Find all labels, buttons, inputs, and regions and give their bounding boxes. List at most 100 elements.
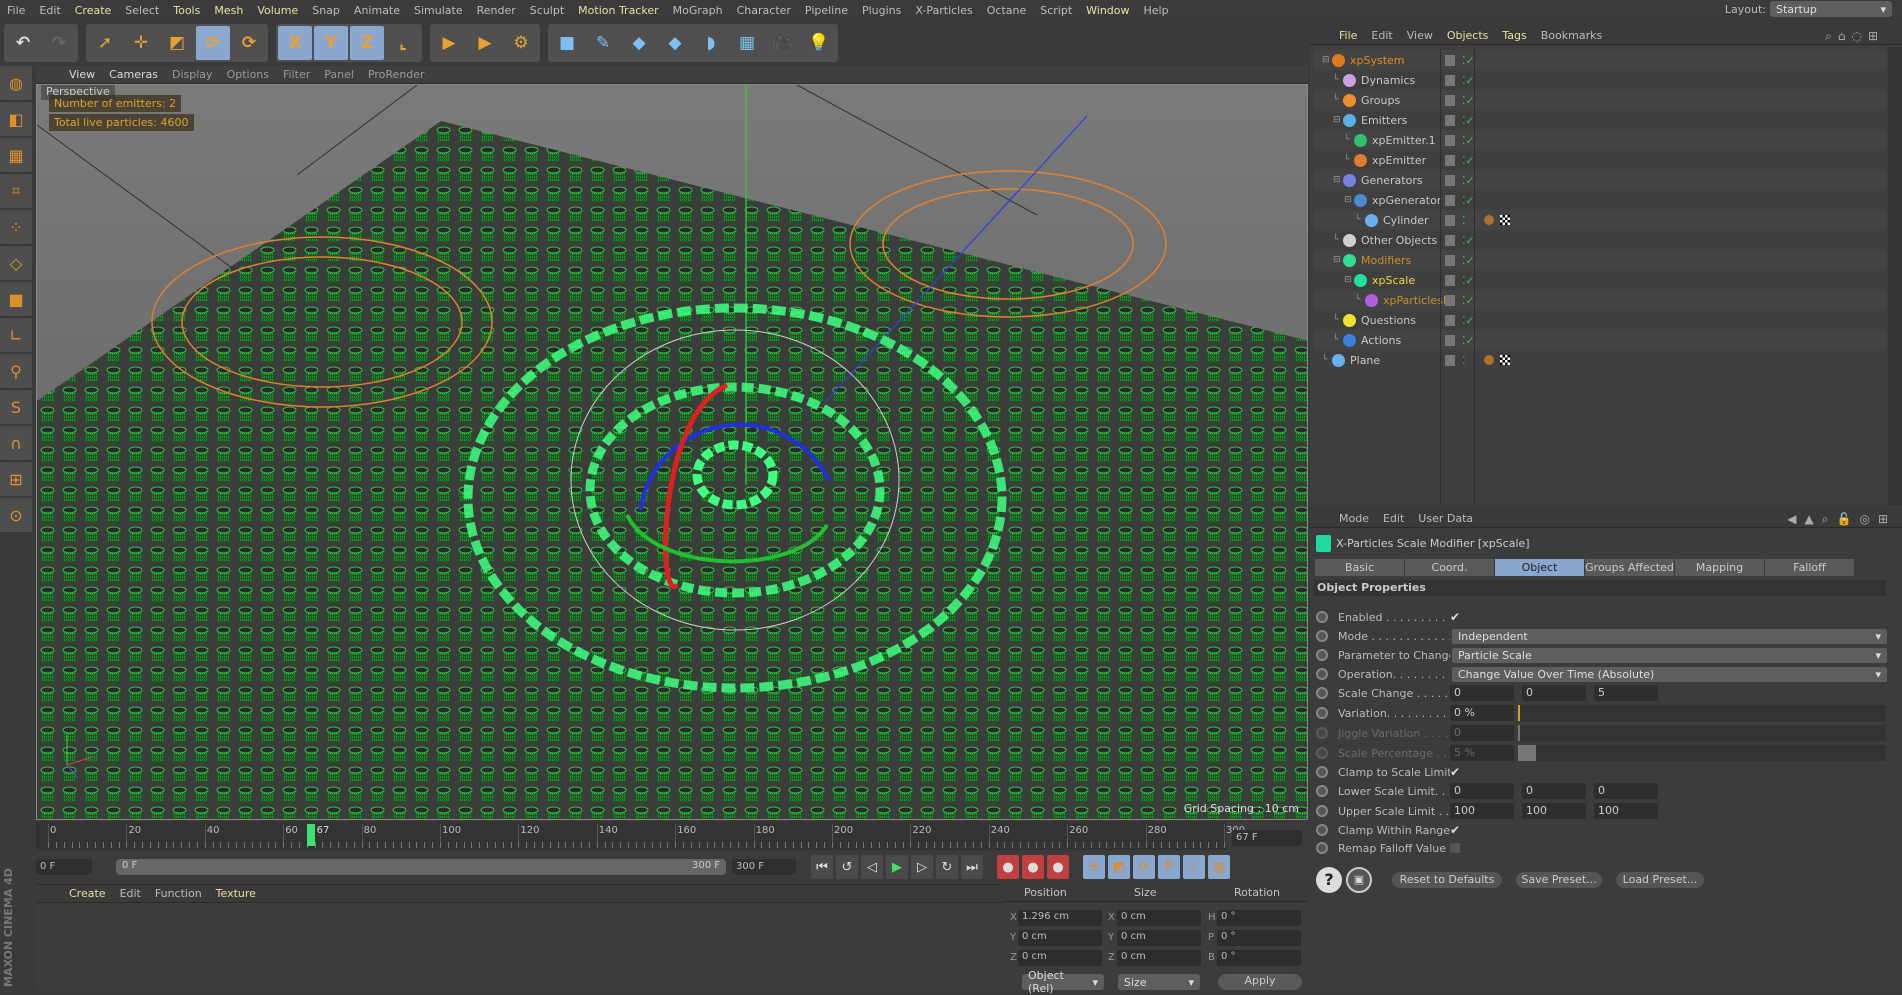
key-rotation-button[interactable]: ⟳	[1133, 855, 1155, 879]
menu-motion-tracker[interactable]: Motion Tracker	[571, 4, 665, 17]
size-y-field[interactable]: 0 cm	[1117, 930, 1201, 946]
object-row-xpscale[interactable]: ⊟ xpScale ⁚✓	[1314, 270, 1886, 290]
clamp-limit-checkbox[interactable]: ✔	[1450, 766, 1462, 778]
remap-checkbox[interactable]	[1450, 843, 1460, 853]
subdivision-button[interactable]: ◆	[622, 26, 656, 60]
attribute-menu-user-data[interactable]: User Data	[1411, 512, 1480, 525]
position-y-field[interactable]: 0 cm	[1018, 930, 1102, 946]
material-menu-function[interactable]: Function	[148, 887, 209, 900]
object-row-xpemitter-1[interactable]: └ xpEmitter.1 ⁚✓	[1314, 130, 1886, 150]
menu-create[interactable]: Create	[68, 4, 119, 17]
animate-operation-radio[interactable]	[1316, 668, 1328, 680]
axis-button[interactable]: ∟	[0, 318, 32, 352]
enabled-check-icon[interactable]: ⁚✓	[1462, 194, 1475, 207]
enabled-checkbox[interactable]: ✔	[1450, 611, 1462, 623]
visibility-toggle[interactable]	[1445, 134, 1455, 146]
lower-field-3[interactable]: 0	[1594, 783, 1658, 799]
collapse-icon[interactable]: ⊟	[1333, 115, 1343, 125]
menu-select[interactable]: Select	[118, 4, 166, 17]
cube-button[interactable]: ■	[550, 26, 584, 60]
phong-tag-icon[interactable]	[1484, 215, 1494, 225]
visibility-toggle[interactable]	[1445, 314, 1455, 326]
menu-mograph[interactable]: MoGraph	[666, 4, 730, 17]
enabled-check-icon[interactable]: ⁚✓	[1462, 94, 1475, 107]
next-frame-button[interactable]: ▷	[911, 855, 933, 879]
enabled-check-icon[interactable]: ⁚✓	[1462, 134, 1475, 147]
live-selection-button[interactable]: ➚	[88, 26, 122, 60]
tab-groups-affected[interactable]: Groups Affected	[1585, 559, 1675, 576]
visibility-toggle[interactable]	[1445, 154, 1455, 166]
timeline-button[interactable]: ▥	[1208, 855, 1230, 879]
menu-edit[interactable]: Edit	[32, 4, 67, 17]
menu-snap[interactable]: Snap	[305, 4, 347, 17]
frame-range-slider[interactable]: 0 F 300 F	[116, 859, 726, 875]
menu-sculpt[interactable]: Sculpt	[523, 4, 571, 17]
animate-jiggle-radio[interactable]	[1316, 727, 1328, 739]
current-frame-marker[interactable]	[306, 824, 315, 846]
object-row-plane[interactable]: └ Plane ⁚	[1314, 350, 1886, 370]
viewport-menu-cameras[interactable]: Cameras	[102, 68, 165, 81]
position-z-field[interactable]: 0 cm	[1018, 950, 1102, 966]
model-mode-button[interactable]: ◧	[0, 102, 32, 136]
rotation-p-field[interactable]: 0 °	[1217, 930, 1301, 946]
render-view-button[interactable]: ▶	[432, 26, 466, 60]
viewport-menu-options[interactable]: Options	[220, 68, 276, 81]
tab-falloff[interactable]: Falloff	[1765, 559, 1855, 576]
key-pla-button[interactable]: ⁞	[1183, 855, 1205, 879]
object-row-questions[interactable]: └ Questions ⁚✓	[1314, 310, 1886, 330]
menu-animate[interactable]: Animate	[347, 4, 407, 17]
visibility-toggle[interactable]	[1445, 354, 1455, 366]
collapse-icon[interactable]: ⊟	[1344, 275, 1354, 285]
size-z-field[interactable]: 0 cm	[1117, 950, 1201, 966]
animate-scale-percentage-radio[interactable]	[1316, 747, 1328, 759]
animate-variation-radio[interactable]	[1316, 707, 1328, 719]
variation-field[interactable]: 0 %	[1450, 705, 1514, 721]
visibility-toggle[interactable]	[1445, 74, 1455, 86]
go-to-start-button[interactable]: ⏮	[811, 855, 833, 879]
object-scrollbar[interactable]	[1888, 47, 1902, 505]
z-axis-lock-button[interactable]: Z	[350, 26, 384, 60]
object-menu-tags[interactable]: Tags	[1495, 29, 1533, 42]
rotate-button[interactable]: ⟳	[196, 26, 230, 60]
viewport-menu-filter[interactable]: Filter	[276, 68, 317, 81]
edges-mode-button[interactable]: ◇	[0, 246, 32, 280]
points-mode-button[interactable]: ⁘	[0, 210, 32, 244]
enabled-check-icon[interactable]: ⁚✓	[1462, 274, 1475, 287]
viewport-menu-display[interactable]: Display	[165, 68, 220, 81]
object-row-xpparticlesfalloff[interactable]: └xpParticlesFalloff⁚✓	[1314, 290, 1886, 310]
attribute-menu-edit[interactable]: Edit	[1376, 512, 1411, 525]
array-button[interactable]: ◆	[658, 26, 692, 60]
next-key-button[interactable]: ↻	[936, 855, 958, 879]
menu-simulate[interactable]: Simulate	[407, 4, 470, 17]
material-menu-create[interactable]: Create	[62, 887, 113, 900]
help-icon[interactable]: ?	[1316, 867, 1342, 893]
operation-dropdown[interactable]: Change Value Over Time (Absolute) ▾	[1452, 666, 1887, 682]
recent-tool-button[interactable]: ⟳	[232, 26, 266, 60]
pen-spline-button[interactable]: ✎	[586, 26, 620, 60]
save-preset-button[interactable]: Save Preset...	[1516, 872, 1602, 888]
key-position-button[interactable]: ✛	[1083, 855, 1105, 879]
menu-volume[interactable]: Volume	[250, 4, 305, 17]
visibility-toggle[interactable]	[1445, 274, 1455, 286]
enabled-check-icon[interactable]: ⁚	[1462, 354, 1466, 367]
snap-lock-button[interactable]: ⊞	[0, 462, 32, 496]
object-row-emitters[interactable]: ⊟ Emitters ⁚✓	[1314, 110, 1886, 130]
search-icon[interactable]: ⌕	[1825, 29, 1832, 44]
go-to-end-button[interactable]: ⏭	[961, 855, 983, 879]
material-menu-edit[interactable]: Edit	[113, 887, 148, 900]
end-frame-field[interactable]: 300 F	[732, 859, 796, 875]
visibility-toggle[interactable]	[1445, 214, 1455, 226]
tab-coord[interactable]: Coord.	[1405, 559, 1495, 576]
reset-defaults-button[interactable]: Reset to Defaults	[1392, 872, 1502, 888]
new-window-icon[interactable]: ⊞	[1878, 512, 1888, 527]
collapse-icon[interactable]: ⊟	[1322, 55, 1332, 65]
rotation-h-field[interactable]: 0 °	[1217, 910, 1301, 926]
enabled-check-icon[interactable]: ⁚✓	[1462, 294, 1475, 307]
menu-mesh[interactable]: Mesh	[207, 4, 250, 17]
viewport[interactable]: Perspective Number of emitters: 2 Total …	[36, 84, 1308, 820]
enabled-check-icon[interactable]: ⁚✓	[1462, 234, 1475, 247]
parameter-dropdown[interactable]: Particle Scale ▾	[1452, 647, 1887, 663]
start-frame-field[interactable]: 0 F	[36, 859, 92, 875]
object-menu-edit[interactable]: Edit	[1364, 29, 1399, 42]
visibility-toggle[interactable]	[1445, 114, 1455, 126]
